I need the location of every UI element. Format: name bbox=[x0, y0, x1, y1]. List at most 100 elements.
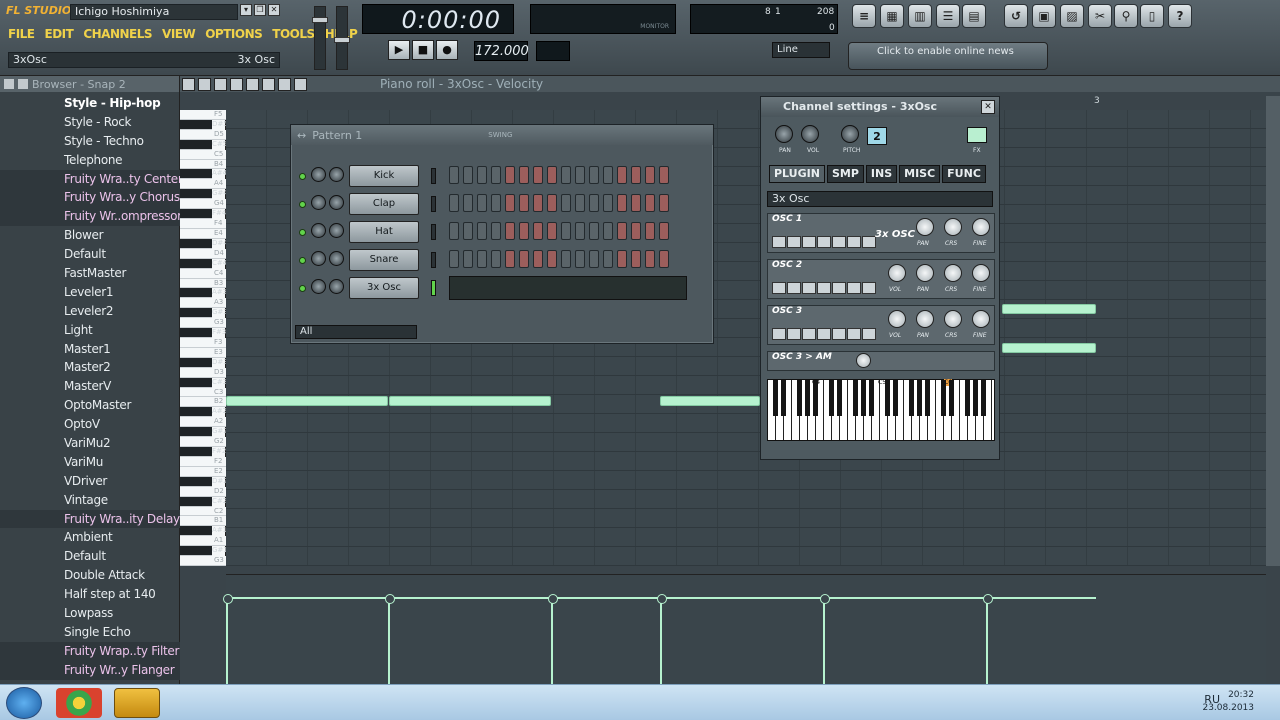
channel-vol-knob[interactable] bbox=[329, 279, 344, 294]
vol-knob[interactable] bbox=[801, 125, 819, 143]
waveform-button[interactable] bbox=[847, 328, 861, 340]
channel-vol-knob[interactable] bbox=[329, 223, 344, 238]
step-button[interactable] bbox=[561, 250, 571, 268]
black-key[interactable] bbox=[893, 380, 898, 416]
step-button[interactable] bbox=[617, 222, 627, 240]
tab-plugin[interactable]: PLUGIN bbox=[769, 165, 825, 183]
step-button[interactable] bbox=[631, 250, 641, 268]
waveform-button[interactable] bbox=[802, 282, 816, 294]
browser-item[interactable]: Telephone bbox=[0, 151, 180, 170]
step-button[interactable] bbox=[589, 222, 599, 240]
step-button[interactable] bbox=[631, 166, 641, 184]
mini-piano-roll[interactable] bbox=[449, 276, 687, 300]
browser-icon[interactable]: ☰ bbox=[936, 4, 960, 28]
step-button[interactable] bbox=[491, 166, 501, 184]
menu-options[interactable]: OPTIONS bbox=[205, 27, 263, 41]
master-volume-slider[interactable] bbox=[312, 6, 328, 70]
browser-item[interactable]: OptoMaster bbox=[0, 396, 180, 415]
step-button[interactable] bbox=[449, 194, 459, 212]
channel-mute-led[interactable] bbox=[299, 173, 306, 180]
brush-tool-icon[interactable] bbox=[198, 77, 211, 91]
playlist-icon[interactable]: ≡ bbox=[852, 4, 876, 28]
browser-item[interactable]: Fruity Wr..y Flanger bbox=[0, 660, 180, 680]
channel-pan-knob[interactable] bbox=[311, 251, 326, 266]
tab-misc[interactable]: MISC bbox=[899, 165, 941, 183]
piano-key[interactable]: F2 bbox=[180, 456, 226, 467]
channel-mute-led[interactable] bbox=[299, 257, 306, 264]
waveform-button[interactable] bbox=[862, 236, 876, 248]
song-time-display[interactable]: 0:00:00 bbox=[362, 4, 514, 34]
osc-knob[interactable] bbox=[916, 310, 934, 328]
piano-key[interactable]: C#3 bbox=[180, 377, 227, 388]
pattern-number-display[interactable] bbox=[536, 41, 570, 61]
waveform-button[interactable] bbox=[787, 282, 801, 294]
step-button[interactable] bbox=[659, 194, 669, 212]
browser-item[interactable]: Fruity Wr..ompressor bbox=[0, 207, 180, 227]
channel-pan-knob[interactable] bbox=[311, 167, 326, 182]
piano-key[interactable]: C3 bbox=[180, 387, 226, 398]
piano-key[interactable]: G#2 bbox=[180, 427, 228, 438]
step-button[interactable] bbox=[505, 222, 515, 240]
browser-item[interactable]: Default bbox=[0, 547, 180, 566]
step-button[interactable] bbox=[547, 194, 557, 212]
plugin-preset-selector[interactable]: 3x Osc bbox=[767, 191, 993, 207]
piano-key[interactable]: E4 bbox=[180, 228, 226, 239]
step-button[interactable] bbox=[575, 250, 585, 268]
step-button[interactable] bbox=[631, 194, 641, 212]
waveform-button[interactable] bbox=[817, 236, 831, 248]
step-button[interactable] bbox=[491, 194, 501, 212]
step-button[interactable] bbox=[603, 166, 613, 184]
piano-key[interactable]: A#3 bbox=[180, 288, 227, 299]
piano-key[interactable]: D#5 bbox=[180, 119, 228, 130]
step-button[interactable] bbox=[519, 250, 529, 268]
note[interactable] bbox=[1002, 343, 1096, 353]
step-button[interactable] bbox=[547, 250, 557, 268]
browser-item[interactable]: Style - Hip-hop bbox=[0, 94, 180, 113]
channel-pan-knob[interactable] bbox=[311, 279, 326, 294]
step-button[interactable] bbox=[645, 166, 655, 184]
browser-item[interactable]: Style - Techno bbox=[0, 132, 180, 151]
channel-select-led[interactable] bbox=[431, 252, 436, 268]
black-key[interactable] bbox=[949, 380, 954, 416]
velocity-bar[interactable] bbox=[657, 594, 667, 687]
channel-pan-knob[interactable] bbox=[311, 195, 326, 210]
waveform-button[interactable] bbox=[787, 236, 801, 248]
pitch-knob[interactable] bbox=[841, 125, 859, 143]
velocity-pane[interactable] bbox=[223, 574, 1266, 687]
osc-knob[interactable] bbox=[944, 218, 962, 236]
piano-key[interactable]: G3 bbox=[180, 318, 226, 329]
channel-button[interactable]: Clap bbox=[349, 193, 419, 215]
menu-channels[interactable]: CHANNELS bbox=[83, 27, 152, 41]
restore-icon[interactable]: ❐ bbox=[254, 4, 266, 16]
tab-func[interactable]: FUNC bbox=[942, 165, 986, 183]
piano-key[interactable]: A2 bbox=[180, 417, 226, 428]
osc-knob[interactable] bbox=[972, 310, 990, 328]
delete-tool-icon[interactable] bbox=[214, 77, 227, 91]
step-button[interactable] bbox=[505, 250, 515, 268]
step-button[interactable] bbox=[463, 250, 473, 268]
channel-select-led[interactable] bbox=[431, 224, 436, 240]
piano-key[interactable]: F5 bbox=[180, 110, 226, 120]
note[interactable] bbox=[1002, 304, 1096, 314]
record-icon[interactable]: ● bbox=[436, 40, 458, 60]
channel-filter[interactable]: All bbox=[295, 325, 417, 339]
pitch-range-display[interactable]: 2 bbox=[867, 127, 887, 145]
step-button[interactable] bbox=[463, 166, 473, 184]
browser-item[interactable]: Master1 bbox=[0, 340, 180, 359]
osc-knob[interactable] bbox=[888, 310, 906, 328]
close-icon[interactable]: ✕ bbox=[981, 100, 995, 114]
piano-key[interactable]: B2 bbox=[180, 397, 226, 408]
osc-knob[interactable] bbox=[972, 218, 990, 236]
step-button[interactable] bbox=[617, 166, 627, 184]
waveform-button[interactable] bbox=[847, 282, 861, 294]
channel-mute-led[interactable] bbox=[299, 201, 306, 208]
tools-icon[interactable]: ✂ bbox=[1088, 4, 1112, 28]
black-key[interactable] bbox=[797, 380, 802, 416]
black-key[interactable] bbox=[853, 380, 858, 416]
play-tool-icon[interactable] bbox=[294, 77, 307, 91]
piano-key[interactable]: D4 bbox=[180, 248, 226, 259]
black-key[interactable] bbox=[885, 380, 890, 416]
channel-select-led[interactable] bbox=[431, 280, 436, 296]
browser-item[interactable]: Fruity Wra..ty Center bbox=[0, 169, 180, 189]
waveform-button[interactable] bbox=[862, 282, 876, 294]
